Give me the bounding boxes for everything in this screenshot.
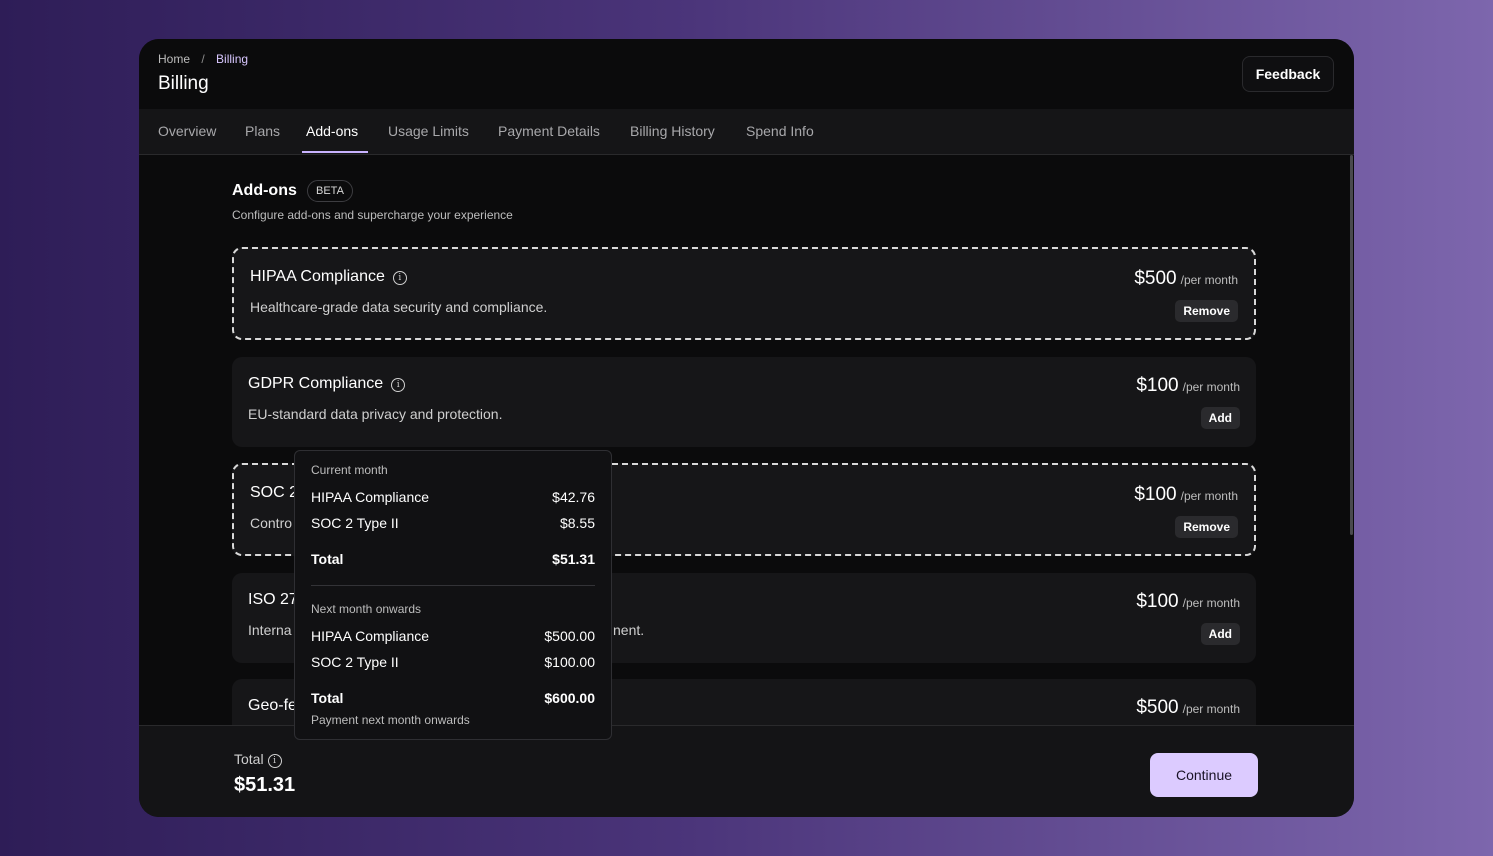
total-label-text: Total xyxy=(234,751,264,767)
addon-price: $100/per month xyxy=(1136,591,1240,613)
addon-name: ISO 27 xyxy=(248,591,298,608)
total-amount: $600.00 xyxy=(544,690,595,706)
current-total-row: Total $51.31 xyxy=(311,551,595,567)
tab-spend-info[interactable]: Spend Info xyxy=(746,123,814,139)
total-value: $51.31 xyxy=(234,774,296,796)
section-subtitle: Configure add-ons and supercharge your e… xyxy=(232,208,513,222)
next-item-row: SOC 2 Type II $100.00 xyxy=(311,654,595,670)
header: Home / Billing Billing Feedback xyxy=(139,39,1354,109)
item-name: SOC 2 Type II xyxy=(311,515,399,531)
addon-card-gdpr[interactable]: GDPR Compliance i EU-standard data privac… xyxy=(232,357,1256,447)
remove-button[interactable]: Remove xyxy=(1175,300,1238,322)
section-title: Add-ons xyxy=(232,182,297,199)
addon-name-text: GDPR Compliance xyxy=(248,375,384,392)
addon-price: $100/per month xyxy=(1134,484,1238,506)
price-period: /per month xyxy=(1182,596,1240,610)
add-button[interactable]: Add xyxy=(1200,407,1240,429)
current-item-row: SOC 2 Type II $8.55 xyxy=(311,515,595,531)
total-label: Total xyxy=(311,551,344,567)
price-period: /per month xyxy=(1182,702,1240,716)
total-label: Total i xyxy=(234,751,282,768)
tab-payment-details[interactable]: Payment Details xyxy=(498,123,600,139)
beta-badge: BETA xyxy=(307,180,353,202)
tab-bar: Overview Plans Add-ons Usage Limits Paym… xyxy=(139,109,1354,155)
item-name: HIPAA Compliance xyxy=(311,489,430,505)
price-value: $100 xyxy=(1136,591,1179,612)
addon-description-tail: nent. xyxy=(613,622,645,638)
breadcrumb-home[interactable]: Home xyxy=(158,52,190,66)
cost-breakdown-tooltip: Current month HIPAA Compliance $42.76 SO… xyxy=(294,450,612,740)
tab-usage-limits[interactable]: Usage Limits xyxy=(388,123,469,139)
page-title: Billing xyxy=(158,73,209,94)
addon-name: SOC 2 xyxy=(250,484,299,501)
addon-price: $100/per month xyxy=(1136,375,1240,397)
feedback-button[interactable]: Feedback xyxy=(1242,56,1334,92)
divider xyxy=(311,585,595,586)
price-period: /per month xyxy=(1180,489,1238,503)
item-name: HIPAA Compliance xyxy=(311,628,430,644)
tab-plans[interactable]: Plans xyxy=(245,123,280,139)
current-month-label: Current month xyxy=(311,463,388,477)
price-value: $500 xyxy=(1134,268,1177,289)
addon-price: $500/per month xyxy=(1136,697,1240,719)
billing-window: Home / Billing Billing Feedback Overview… xyxy=(139,39,1354,817)
addon-name: GDPR Compliance i xyxy=(248,375,406,393)
item-amount: $42.76 xyxy=(552,489,595,505)
addon-name: Geo-fe xyxy=(248,697,297,714)
current-item-row: HIPAA Compliance $42.76 xyxy=(311,489,595,505)
addon-card-hipaa[interactable]: HIPAA Compliance i Healthcare-grade data … xyxy=(232,247,1256,340)
add-button[interactable]: Add xyxy=(1200,623,1240,645)
next-item-row: HIPAA Compliance $500.00 xyxy=(311,628,595,644)
continue-button[interactable]: Continue xyxy=(1150,753,1258,797)
addon-description: Contro xyxy=(250,515,293,531)
remove-button[interactable]: Remove xyxy=(1175,516,1238,538)
active-tab-indicator xyxy=(302,151,368,153)
tab-add-ons[interactable]: Add-ons xyxy=(306,123,358,139)
tab-overview[interactable]: Overview xyxy=(158,123,216,139)
breadcrumb: Home / Billing xyxy=(158,52,248,66)
price-period: /per month xyxy=(1180,273,1238,287)
breadcrumb-current: Billing xyxy=(216,52,249,66)
addon-description: EU-standard data privacy and protection. xyxy=(248,406,503,422)
addon-description: Interna xyxy=(248,622,292,638)
item-name: SOC 2 Type II xyxy=(311,654,399,670)
price-value: $100 xyxy=(1136,375,1179,396)
next-month-label: Next month onwards xyxy=(311,602,422,616)
info-icon[interactable]: i xyxy=(391,378,406,392)
item-amount: $100.00 xyxy=(544,654,595,670)
breadcrumb-separator: / xyxy=(201,52,205,66)
price-value: $500 xyxy=(1136,697,1179,718)
total-label: Total xyxy=(311,690,344,706)
info-icon[interactable]: i xyxy=(392,271,407,285)
item-amount: $500.00 xyxy=(544,628,595,644)
price-value: $100 xyxy=(1134,484,1177,505)
tab-billing-history[interactable]: Billing History xyxy=(630,123,715,139)
info-icon[interactable]: i xyxy=(267,754,282,768)
total-amount: $51.31 xyxy=(552,551,595,567)
payment-note: Payment next month onwards xyxy=(311,713,470,727)
addon-name: HIPAA Compliance i xyxy=(250,268,407,286)
item-amount: $8.55 xyxy=(559,515,595,531)
addon-description: Healthcare-grade data security and compl… xyxy=(250,299,548,315)
price-period: /per month xyxy=(1182,380,1240,394)
content-scrollbar[interactable] xyxy=(1350,155,1353,535)
addon-name-text: HIPAA Compliance xyxy=(250,268,385,285)
next-total-row: Total $600.00 xyxy=(311,690,595,706)
addon-price: $500/per month xyxy=(1134,268,1238,290)
